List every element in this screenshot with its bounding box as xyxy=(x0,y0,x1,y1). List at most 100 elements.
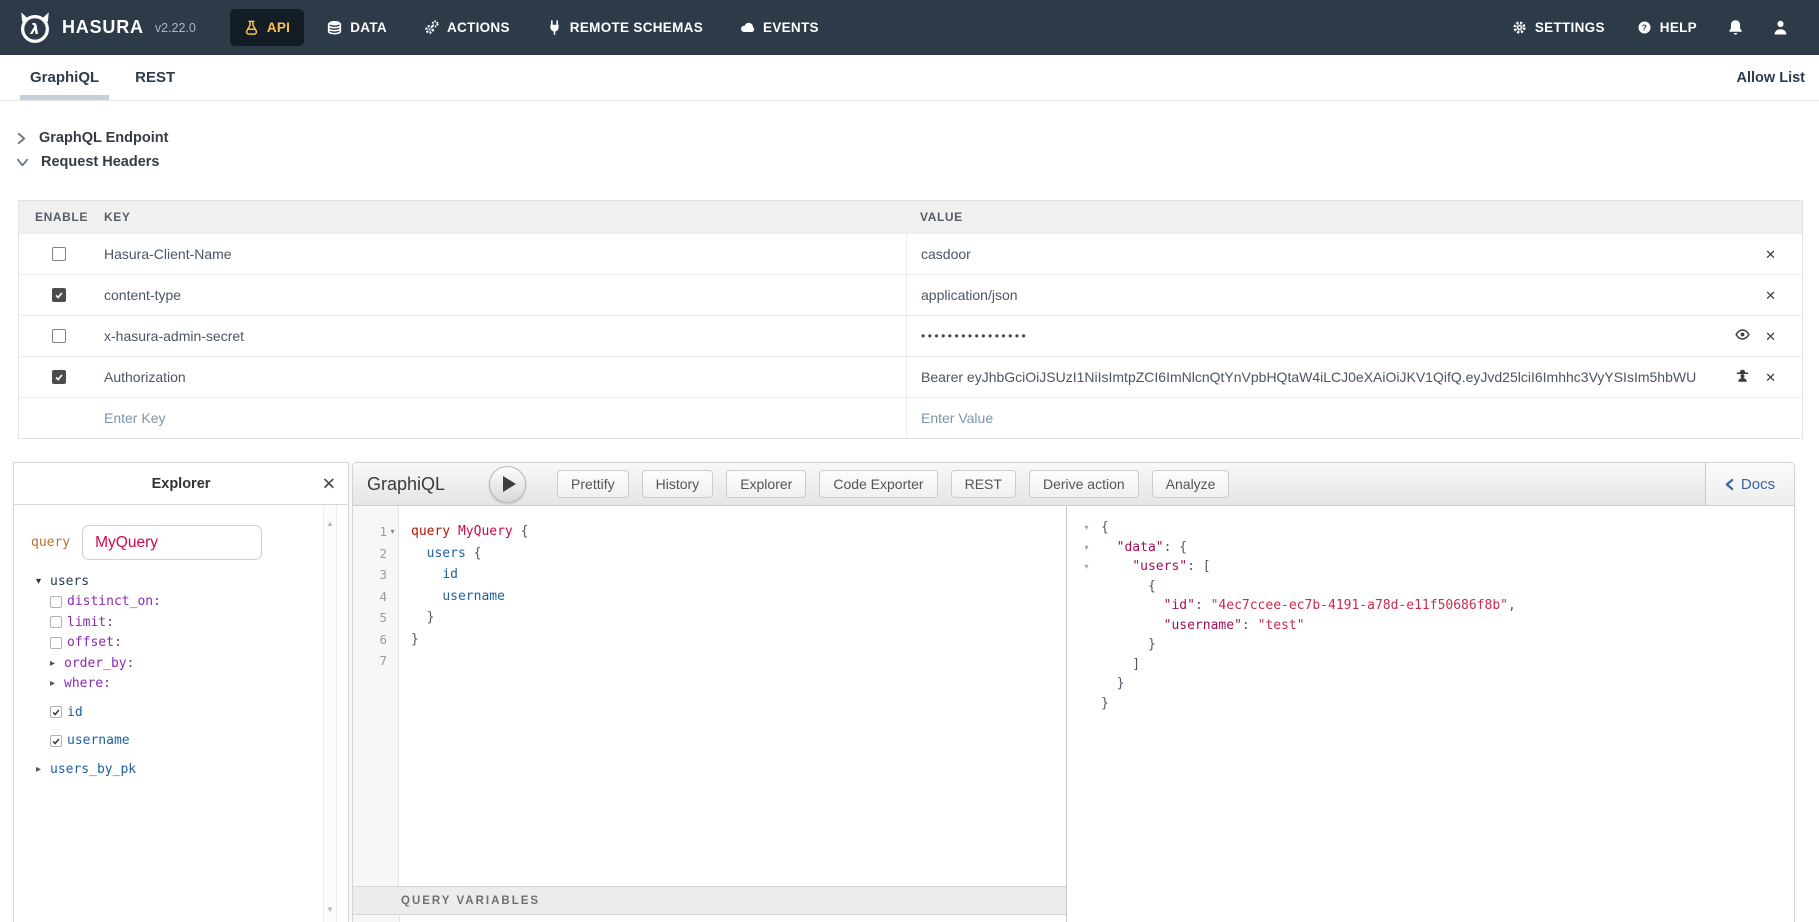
line-number: 5 xyxy=(353,607,398,629)
tab-graphiql[interactable]: GraphiQL xyxy=(24,55,105,100)
argument-label: distinct_on: xyxy=(67,594,161,609)
new-key-input[interactable]: Enter Key xyxy=(104,410,165,426)
header-value[interactable]: Bearer eyJhbGciOiJSUzI1NiIsImtpZCI6ImNlc… xyxy=(921,369,1696,385)
editor-code[interactable]: query MyQuery { users { id username }} xyxy=(400,506,1066,886)
brand[interactable]: λ HASURA v2.22.0 xyxy=(0,9,196,47)
table-header-row: ENABLE KEY VALUE xyxy=(19,201,1802,233)
fold-caret-icon[interactable]: ▾ xyxy=(1079,538,1094,558)
header-key[interactable]: content-type xyxy=(104,287,181,303)
explorer-tree: ▾users distinct_on: limit:offset:▸order_by… xyxy=(36,571,348,780)
tree-checkbox[interactable] xyxy=(50,637,62,649)
code-line: username xyxy=(411,586,1066,608)
nav-item-actions[interactable]: ACTIONS xyxy=(410,9,524,46)
close-icon[interactable]: ✕ xyxy=(1765,289,1776,302)
nav-right: SETTINGS ?HELP xyxy=(1498,9,1819,46)
response-line: { xyxy=(1101,577,1794,597)
header-key[interactable]: x-hasura-admin-secret xyxy=(104,328,244,344)
caret-right-icon[interactable]: ▸ xyxy=(36,764,50,775)
caret-down-icon[interactable]: ▾ xyxy=(36,576,50,587)
response-line: } xyxy=(1101,635,1794,655)
scroll-up-icon[interactable]: ▲ xyxy=(326,519,334,528)
query-name-input[interactable]: MyQuery xyxy=(82,525,262,560)
tree-item-offset[interactable]: offset: xyxy=(36,633,348,654)
nav-item-data[interactable]: DATA xyxy=(313,9,401,46)
caret-right-icon[interactable]: ▸ xyxy=(50,658,64,669)
version-label: v2.22.0 xyxy=(155,21,196,35)
header-value[interactable]: •••••••••••••••• xyxy=(921,329,1028,343)
nav-item-label: ACTIONS xyxy=(447,20,510,35)
code-line: id xyxy=(411,564,1066,586)
tree-item-username[interactable]: username xyxy=(36,731,348,752)
header-key[interactable]: Hasura-Client-Name xyxy=(104,246,232,262)
scroll-down-icon[interactable]: ▼ xyxy=(326,905,334,914)
tree-checkbox[interactable] xyxy=(50,616,62,628)
code-line: users { xyxy=(411,543,1066,565)
graphql-endpoint-toggle[interactable]: GraphQL Endpoint xyxy=(16,128,168,148)
tree-item-users[interactable]: ▾users xyxy=(36,571,348,592)
tree-checkbox[interactable] xyxy=(50,596,62,608)
tree-item-order-by[interactable]: ▸order_by: xyxy=(36,653,348,674)
prettify-button[interactable]: Prettify xyxy=(557,470,629,498)
nav-item-label: DATA xyxy=(350,20,387,35)
bell-icon-button[interactable] xyxy=(1715,19,1756,36)
fold-caret-icon[interactable]: ▾ xyxy=(1079,557,1094,577)
tab-label: REST xyxy=(135,69,175,86)
tree-checkbox[interactable] xyxy=(50,706,62,718)
execute-query-button[interactable] xyxy=(489,466,526,503)
caret-right-icon[interactable]: ▸ xyxy=(50,678,64,689)
row-actions: ✕ xyxy=(1735,316,1776,356)
header-key[interactable]: Authorization xyxy=(104,369,186,385)
nav-item-label: SETTINGS xyxy=(1535,20,1605,35)
new-value-input[interactable]: Enter Value xyxy=(921,410,993,426)
nav-item-help[interactable]: ?HELP xyxy=(1623,9,1711,46)
nav-item-events[interactable]: EVENTS xyxy=(726,9,833,46)
allow-list-link[interactable]: Allow List xyxy=(1737,55,1805,100)
explorer-button[interactable]: Explorer xyxy=(726,470,806,498)
query-editor[interactable]: 1▾234567 query MyQuery { users { id user… xyxy=(353,506,1066,886)
close-icon[interactable]: ✕ xyxy=(1765,330,1776,343)
close-icon[interactable]: ✕ xyxy=(1765,371,1776,384)
tab-rest[interactable]: REST xyxy=(129,55,181,100)
nav-item-remote-schemas[interactable]: REMOTE SCHEMAS xyxy=(533,9,717,46)
rest-button[interactable]: REST xyxy=(951,470,1016,498)
explorer-scrollbar[interactable]: ▲ ▼ xyxy=(323,505,337,922)
tree-item-where[interactable]: ▸where: xyxy=(36,674,348,695)
fold-caret-icon[interactable]: ▾ xyxy=(387,527,398,536)
header-value[interactable]: application/json xyxy=(921,287,1018,303)
history-button[interactable]: History xyxy=(642,470,714,498)
header-value[interactable]: casdoor xyxy=(921,246,971,262)
close-icon[interactable]: ✕ xyxy=(1765,248,1776,261)
user-icon-button[interactable] xyxy=(1760,19,1801,36)
nav-item-label: EVENTS xyxy=(763,20,819,35)
enable-checkbox[interactable] xyxy=(52,247,66,261)
explorer-panel: Explorer ✕ query MyQuery ▾usersdistinct_… xyxy=(13,462,349,922)
tree-checkbox[interactable] xyxy=(50,735,62,747)
enable-checkbox[interactable] xyxy=(52,370,66,384)
query-variables-editor[interactable] xyxy=(353,915,1066,922)
nav-item-settings[interactable]: SETTINGS xyxy=(1498,9,1619,46)
fold-spacer xyxy=(1079,577,1094,597)
eye-icon[interactable] xyxy=(1735,327,1750,345)
close-icon[interactable]: ✕ xyxy=(322,475,336,492)
enable-checkbox[interactable] xyxy=(52,288,66,302)
line-number: 3 xyxy=(353,564,398,586)
code-line: } xyxy=(411,629,1066,651)
docs-button[interactable]: Docs xyxy=(1705,463,1794,505)
fold-spacer xyxy=(1079,694,1094,714)
analyze-button[interactable]: Analyze xyxy=(1152,470,1230,498)
derive-action-button[interactable]: Derive action xyxy=(1029,470,1139,498)
header-row-content-type: content-type application/json ✕ xyxy=(19,274,1802,315)
flask-icon xyxy=(244,20,259,35)
table-body: Hasura-Client-Name casdoor ✕ content-type ap… xyxy=(19,233,1802,397)
query-variables-bar[interactable]: QUERY VARIABLES xyxy=(353,886,1066,915)
fold-caret-icon[interactable]: ▾ xyxy=(1079,518,1094,538)
request-headers-toggle[interactable]: Request Headers xyxy=(16,152,159,172)
tree-item-id[interactable]: id xyxy=(36,702,348,723)
tree-item-limit[interactable]: limit: xyxy=(36,612,348,633)
jwt-inspect-icon[interactable] xyxy=(1735,368,1750,386)
code-exporter-button[interactable]: Code Exporter xyxy=(819,470,937,498)
tree-item-users-by-pk[interactable]: ▸users_by_pk xyxy=(36,759,348,780)
tree-item-distinct-on[interactable]: distinct_on: xyxy=(36,592,348,613)
enable-checkbox[interactable] xyxy=(52,329,66,343)
nav-item-api[interactable]: API xyxy=(230,9,304,46)
